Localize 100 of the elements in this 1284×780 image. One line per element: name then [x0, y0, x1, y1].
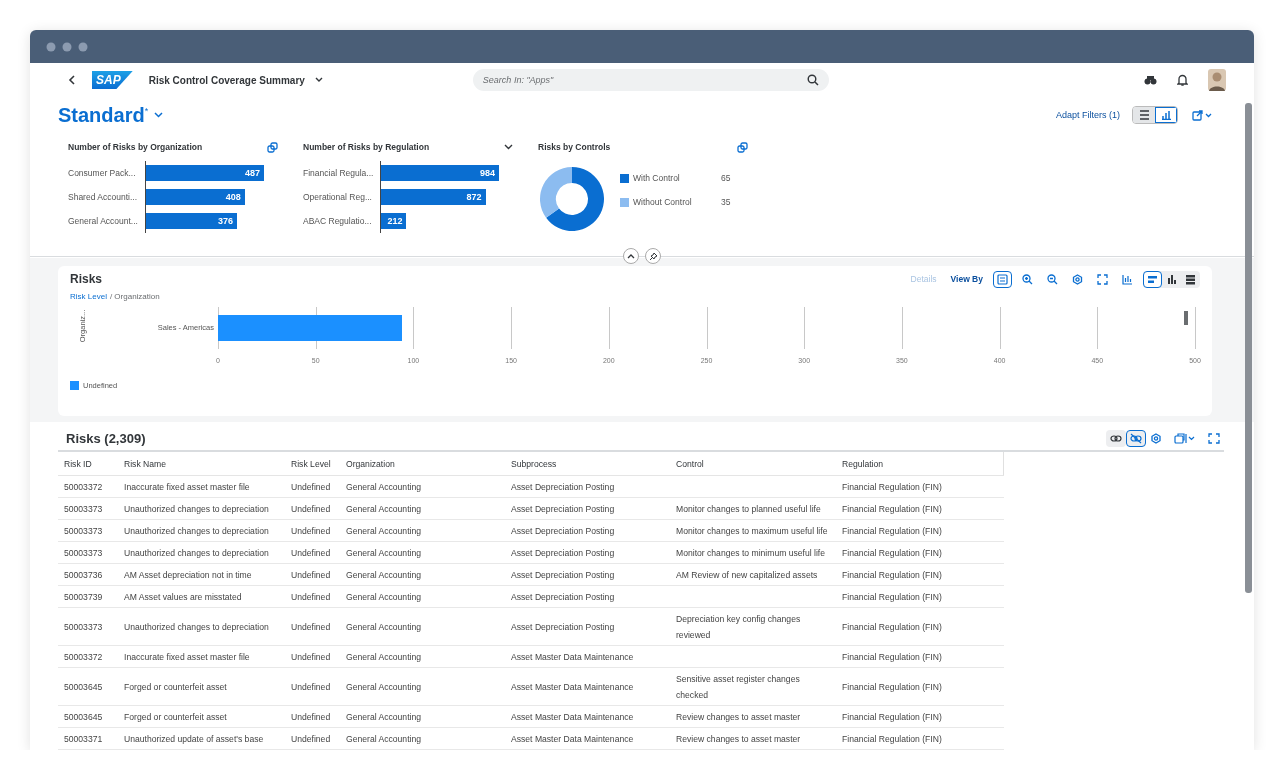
app-title[interactable]: Risk Control Coverage Summary [148, 74, 305, 86]
bar: 872 [381, 189, 486, 205]
data-label: 376 [218, 216, 235, 226]
logo[interactable]: SAP [92, 71, 133, 89]
table-cell: Asset Depreciation Posting [505, 607, 670, 646]
bar: 212 [381, 213, 407, 229]
bar: 487 [146, 165, 264, 181]
table-cell: Unauthorized update of asset's base [118, 727, 285, 750]
variant-title[interactable]: Standard$^{*}$ [58, 103, 149, 127]
table-cell: Financial Regulation (FIN) [836, 705, 1004, 728]
table-cell: Asset Master Data Maintenance [505, 667, 670, 706]
table-cell: Financial Regulation (FIN) [836, 727, 1004, 750]
share-icon[interactable] [1192, 109, 1212, 121]
chart-title: Number of Risks by Regulation [303, 142, 430, 152]
bar-chart-button[interactable] [1143, 270, 1162, 288]
caret-icon[interactable] [504, 144, 513, 150]
legend-label: With Control [633, 173, 681, 183]
list-icon [1138, 110, 1150, 120]
table-cell: Financial Regulation (FIN) [836, 585, 1004, 608]
table-cell: Financial Regulation (FIN) [836, 645, 1004, 668]
notification-bell-icon[interactable] [1177, 74, 1188, 86]
pin-icon [648, 251, 658, 261]
search-icon[interactable] [806, 74, 819, 86]
table-cell: General Accounting [340, 645, 505, 668]
table-cell: Financial Regulation (FIN) [836, 475, 1004, 498]
filter-list-button[interactable] [1133, 107, 1155, 123]
table-cell: AM Asset depreciation not in time [118, 563, 285, 586]
table-cell: 50003372 [58, 475, 118, 498]
fullscreen-icon [1208, 432, 1220, 444]
legend-button[interactable] [993, 270, 1012, 288]
table-cell: 50003736 [58, 563, 118, 586]
column-header[interactable]: Risk Level [285, 452, 340, 476]
bar: 408 [146, 189, 245, 205]
table-cell: 50003373 [58, 607, 118, 646]
column-header[interactable]: Organization [340, 452, 505, 476]
table-cell: Undefined [285, 727, 340, 750]
table-cell: General Accounting [340, 475, 505, 498]
column-header[interactable]: Regulation [836, 452, 1004, 476]
table-cell: Undefined [285, 563, 340, 586]
link-button[interactable] [1106, 429, 1126, 447]
chevron-up-icon [627, 253, 635, 259]
table-cell: Forged or counterfeit asset [118, 705, 285, 728]
data-label: 212 [387, 216, 404, 226]
table-cell: Undefined [285, 585, 340, 608]
table-cell: General Accounting [340, 607, 505, 646]
table-cell: Inaccurate fixed asset master file [118, 475, 285, 498]
table-cell: Undefined [285, 645, 340, 668]
table-cell: Undefined [285, 667, 340, 706]
settings-icon [1150, 432, 1162, 444]
table-cell: Financial Regulation (FIN) [836, 519, 1004, 542]
scrollbar[interactable] [1245, 103, 1252, 593]
unlink-button[interactable] [1126, 429, 1146, 447]
table-cell: General Accounting [340, 541, 505, 564]
table-cell: Asset Depreciation Posting [505, 519, 670, 542]
popout-icon[interactable] [267, 141, 278, 153]
table-cell: Monitor changes to planned useful life [676, 503, 821, 514]
table-cell: AM Review of new capitalized assets [676, 569, 818, 580]
pin-header-button[interactable] [645, 248, 661, 264]
legend-value: 35 [721, 197, 731, 207]
table-cell: Asset Depreciation Posting [505, 497, 670, 520]
collapse-header-button[interactable] [623, 248, 639, 264]
caret-icon[interactable] [314, 77, 323, 83]
adapt-filters-link[interactable]: Adapt Filters (1) [1055, 110, 1120, 120]
table-cell: Unauthorized changes to depreciation [118, 541, 285, 564]
column-header[interactable]: Risk ID [58, 452, 118, 476]
legend-swatch [70, 381, 79, 390]
unlink-icon [1130, 432, 1142, 444]
zoom-out-icon [1047, 273, 1058, 285]
breadcrumb-current: / Organization [109, 292, 160, 301]
details-button: Details [906, 274, 941, 284]
bar-chart-icon [1160, 110, 1172, 120]
table-cell: Financial Regulation (FIN) [836, 497, 1004, 520]
table-cell: Undefined [285, 497, 340, 520]
legend-value: 65 [721, 173, 731, 183]
bar-chart-icon [1147, 273, 1158, 285]
search-field[interactable]: Search In: "Apps" [472, 69, 829, 91]
legend-swatch [620, 197, 629, 207]
table-title: Risks (2,309) [66, 430, 146, 446]
table-cell: General Accounting [340, 727, 505, 750]
column-header[interactable]: Control [670, 452, 836, 476]
column-header[interactable]: Subprocess [505, 452, 670, 476]
data-label: 408 [225, 192, 242, 202]
settings-icon [1072, 273, 1083, 285]
chart-view-button[interactable] [1155, 107, 1177, 123]
list-icon [997, 273, 1008, 285]
table-cell: Undefined [285, 475, 340, 498]
table-cell: Asset Depreciation Posting [505, 563, 670, 586]
chart-title: Number of Risks by Organization [68, 142, 203, 152]
binoculars-icon[interactable] [1144, 75, 1157, 85]
popout-icon[interactable] [737, 141, 748, 153]
column-header[interactable]: Risk Name [118, 452, 285, 476]
breadcrumb-link[interactable]: Risk Level [70, 292, 107, 301]
avatar[interactable] [1208, 69, 1226, 91]
view-by-button[interactable]: View By [946, 274, 987, 284]
table-cell: 50003373 [58, 497, 118, 520]
table-cell: Financial Regulation (FIN) [836, 667, 1004, 706]
chart-title: Risks by Controls [538, 142, 611, 152]
scroll-thumb[interactable] [1184, 311, 1188, 325]
zoom-in-icon [1022, 273, 1033, 285]
back-icon[interactable] [68, 75, 76, 85]
